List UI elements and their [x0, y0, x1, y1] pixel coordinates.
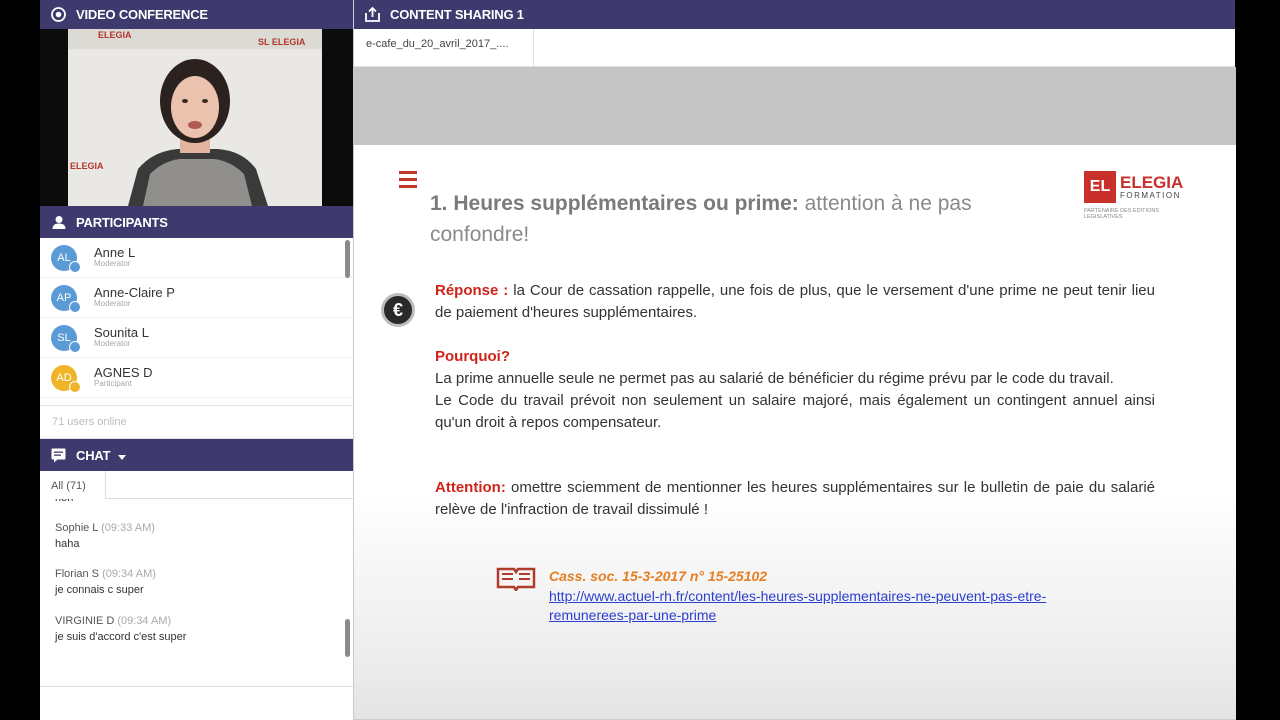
attention-text: omettre sciemment de mentionner les heur… [435, 479, 1155, 518]
participant-role: Moderator [94, 339, 131, 348]
message-text: non [55, 499, 73, 506]
pourquoi-paragraph: Pourquoi? La prime annuelle seule ne per… [435, 346, 1155, 434]
participant-name: AGNES D [94, 365, 153, 380]
video-icon [51, 7, 66, 22]
chat-message: non [55, 499, 73, 506]
logo-sub-text: FORMATION [1120, 190, 1181, 200]
chat-message: VIRGINIE D (09:34 AM) je suis d'accord c… [55, 613, 186, 645]
backdrop-logo: ELEGIA [70, 161, 104, 171]
avatar-initials: AP [56, 291, 72, 304]
book-icon [496, 565, 536, 596]
document-tab[interactable]: e-cafe_du_20_avril_2017_.... [354, 29, 534, 67]
attention-paragraph: Attention: omettre sciemment de mentionn… [435, 477, 1155, 521]
chevron-down-icon[interactable] [118, 448, 127, 463]
viewer-background [354, 67, 1236, 145]
participant-name: Sounita L [94, 325, 149, 340]
participants-scrollbar[interactable] [345, 240, 350, 278]
euro-icon: € [381, 293, 415, 327]
slide-title: 1. Heures supplémentaires ou prime: atte… [430, 188, 1050, 250]
chat-tab-all[interactable]: All (71) [40, 471, 106, 499]
slide-title-bold: 1. Heures supplémentaires ou prime: [430, 192, 799, 215]
logo-main-text: ELEGIA [1120, 172, 1184, 192]
chat-icon [51, 448, 66, 463]
participant-name: Anne-Claire P [94, 285, 175, 300]
role-badge-icon [69, 380, 81, 393]
message-author: VIRGINIE D [55, 615, 115, 627]
message-time: (09:34 AM) [117, 615, 172, 627]
video-feed[interactable]: ELEGIA SL ELEGIA ELEGIA [40, 29, 353, 206]
backdrop-logo: ELEGIA [98, 30, 132, 40]
participant-role: Moderator [94, 259, 131, 268]
chat-header[interactable]: CHAT [40, 439, 353, 471]
avatar: AD [51, 364, 81, 393]
chat-message: Sophie L (09:33 AM) haha [55, 520, 155, 552]
content-sharing-header: CONTENT SHARING 1 [354, 0, 1235, 29]
document-tabs: e-cafe_du_20_avril_2017_.... [354, 29, 1235, 67]
avatar: AP [51, 284, 81, 313]
content-panel: CONTENT SHARING 1 e-cafe_du_20_avril_201… [353, 0, 1236, 720]
chat-messages: non Sophie L (09:33 AM) haha Florian S (… [40, 499, 353, 687]
participant-name: Anne L [94, 245, 136, 260]
users-online-count: 71 users online [40, 406, 353, 439]
chat-tabs: All (71) [40, 471, 353, 499]
chat-tab-filler [106, 471, 353, 499]
share-icon [365, 7, 380, 22]
reference-link[interactable]: http://www.actuel-rh.fr/content/les-heur… [549, 587, 1046, 607]
message-author: Florian S [55, 568, 100, 580]
message-text: je suis d'accord c'est super [55, 631, 187, 643]
participant-role: Moderator [94, 299, 131, 308]
message-author: Sophie L [55, 522, 99, 534]
message-time: (09:33 AM) [101, 522, 155, 534]
user-icon [51, 215, 66, 230]
avatar: SL [51, 324, 81, 353]
presentation-slide: EL ELEGIA FORMATION PARTENAIRE DES EDITI… [354, 145, 1236, 720]
chat-title: CHAT [76, 447, 111, 463]
role-badge-icon [69, 340, 81, 353]
participant-row[interactable]: SL Sounita L Moderator [40, 318, 353, 358]
video-conference-title: VIDEO CONFERENCE [76, 7, 208, 22]
participant-row[interactable]: AD AGNES D Participant [40, 358, 353, 398]
attention-label: Attention: [435, 479, 506, 496]
message-text: haha [55, 538, 80, 550]
pourquoi-label: Pourquoi? [435, 348, 510, 365]
reponse-text: la Cour de cassation rappelle, une fois … [435, 282, 1155, 321]
participant-list: AL Anne L Moderator AP Anne-Claire P Moder… [40, 238, 353, 406]
avatar-initials: AL [57, 251, 71, 264]
chat-message: Florian S (09:34 AM) je connais c super [55, 566, 156, 598]
content-sharing-title: CONTENT SHARING 1 [390, 7, 524, 22]
avatar-initials: SL [57, 331, 71, 344]
reference-link[interactable]: remunerees-par-une-prime [549, 606, 1046, 626]
participants-title: PARTICIPANTS [76, 214, 168, 230]
slide-menu-icon [399, 171, 417, 192]
left-panel: VIDEO CONFERENCE ELEGIA SL ELEGIA ELEGIA [40, 0, 353, 720]
reference-block: Cass. soc. 15-3-2017 n° 15-25102 http://… [549, 567, 1046, 626]
citation: Cass. soc. 15-3-2017 n° 15-25102 [549, 568, 768, 584]
avatar: AL [51, 244, 81, 273]
message-time: (09:34 AM) [102, 568, 156, 580]
logo-tagline: PARTENAIRE DES EDITIONS LEGISLATIVES [1084, 208, 1159, 220]
role-badge-icon [69, 260, 81, 273]
avatar-initials: AD [56, 371, 72, 384]
participants-header[interactable]: PARTICIPANTS [40, 206, 353, 238]
chat-scrollbar[interactable] [345, 619, 350, 657]
backdrop-logo: SL ELEGIA [258, 37, 306, 47]
reponse-label: Réponse : [435, 282, 509, 299]
presenter-video: ELEGIA SL ELEGIA ELEGIA [68, 29, 322, 206]
video-conference-header: VIDEO CONFERENCE [40, 0, 353, 29]
logo-mark-icon: EL [1084, 171, 1116, 203]
pourquoi-text-1: La prime annuelle seule ne permet pas au… [435, 370, 1114, 387]
participant-role: Participant [94, 379, 132, 388]
participant-row[interactable]: AP Anne-Claire P Moderator [40, 278, 353, 318]
reponse-paragraph: Réponse : la Cour de cassation rappelle,… [435, 280, 1155, 324]
participant-row[interactable]: AL Anne L Moderator [40, 238, 353, 278]
message-text: je connais c super [55, 584, 144, 596]
pourquoi-text-2: Le Code du travail prévoit non seulement… [435, 392, 1155, 431]
role-badge-icon [69, 300, 81, 313]
elegia-logo: EL ELEGIA FORMATION PARTENAIRE DES EDITI… [1084, 171, 1194, 220]
